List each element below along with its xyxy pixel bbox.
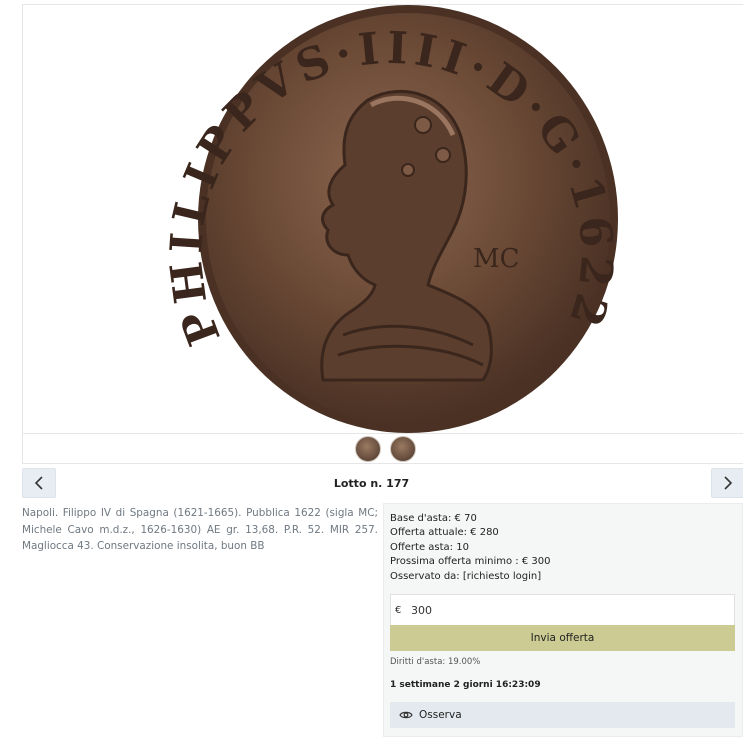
next-minimum-bid: Prossima offerta minimo : € 300 (390, 556, 551, 568)
base-price: Base d'asta: € 70 (390, 513, 477, 524)
chevron-right-icon (724, 476, 733, 490)
image-viewer[interactable]: PHILIPPVS·IIII·D·G·1622 MC (22, 4, 743, 434)
lot-description: Napoli. Filippo IV di Spagna (1621-1665)… (22, 507, 378, 552)
watch-label: Osserva (419, 709, 462, 721)
countdown-timer: 1 settimane 2 giorni 16:23:09 (390, 680, 541, 690)
next-lot-button[interactable] (711, 468, 743, 498)
bid-panel: Base d'asta: € 70 Offerta attuale: € 280… (383, 503, 743, 737)
thumbnail-reverse[interactable] (390, 436, 416, 462)
bid-info: Base d'asta: € 70 Offerta attuale: € 280… (390, 512, 550, 584)
bid-amount-input[interactable] (409, 596, 709, 624)
bid-amount-field[interactable]: € (390, 594, 735, 626)
bid-count: Offerte asta: 10 (390, 541, 469, 553)
eye-icon (399, 710, 413, 720)
auction-fees: Diritti d'asta: 19.00% (390, 657, 481, 667)
svg-text:MC: MC (473, 244, 520, 274)
thumbnail-obverse[interactable] (355, 436, 381, 462)
currency-symbol: € (395, 604, 402, 616)
submit-bid-button[interactable]: Invia offerta (390, 625, 735, 651)
current-bid: Offerta attuale: € 280 (390, 527, 499, 539)
thumbnail-strip (22, 434, 743, 464)
watch-button[interactable]: Osserva (390, 702, 735, 728)
watched-by: Osservato da: [richiesto login] (390, 570, 542, 582)
coin-image: PHILIPPVS·IIII·D·G·1622 MC (160, 5, 618, 433)
lot-title: Lotto n. 177 (333, 477, 410, 490)
